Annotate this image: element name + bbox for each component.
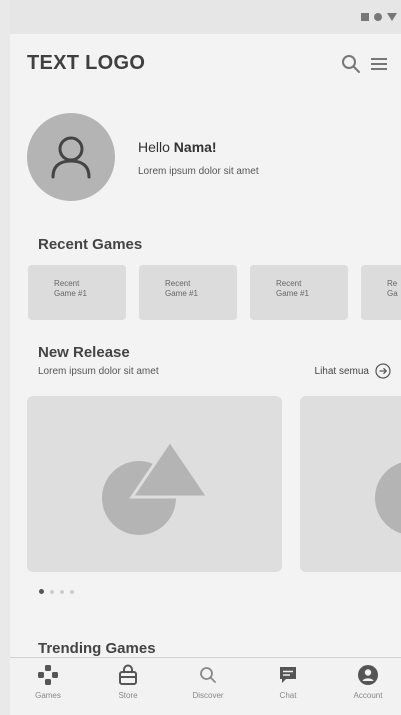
search-button[interactable]: [339, 52, 363, 76]
carousel-pagination[interactable]: [39, 589, 74, 594]
signal-icon: [374, 13, 382, 21]
greeting-prefix: Hello: [138, 139, 174, 155]
see-all-label: Lihat semua: [314, 365, 369, 377]
nav-label: Games: [35, 691, 61, 700]
arrow-right-circle-icon: [375, 363, 391, 379]
nav-item-account[interactable]: Account: [338, 664, 398, 700]
search-icon: [200, 667, 216, 683]
recent-games-list: Recent Game #1 Recent Game #1 Recent Game #…: [28, 265, 401, 320]
recent-game-number: Game #1: [276, 289, 309, 298]
nav-item-games[interactable]: Games: [18, 664, 78, 700]
menu-button[interactable]: [367, 52, 391, 76]
recent-games-title: Recent Games: [38, 236, 143, 253]
greeting-text: Hello Nama!: [138, 139, 217, 155]
recent-game-card[interactable]: Recent Game #1: [139, 265, 237, 320]
nav-label: Store: [118, 691, 138, 700]
new-release-title: New Release: [38, 344, 130, 361]
nav-label: Chat: [279, 691, 297, 700]
hamburger-menu-icon: [371, 58, 387, 70]
profile-subtitle: Lorem ipsum dolor sit amet: [138, 166, 259, 177]
search-icon: [342, 55, 360, 73]
image-placeholder-icon: [375, 462, 401, 534]
new-release-card[interactable]: [300, 396, 401, 572]
wifi-icon: [387, 13, 397, 21]
text-logo: TEXT LOGO: [27, 52, 146, 74]
nav-item-discover[interactable]: Discover: [178, 664, 238, 700]
nav-item-chat[interactable]: Chat: [258, 664, 318, 700]
recent-game-label: Recent: [276, 279, 302, 288]
nav-label: Discover: [192, 691, 224, 700]
account-icon: [358, 665, 378, 685]
recent-game-number: Ga: [387, 289, 398, 298]
recent-game-card[interactable]: Recent Game #1: [28, 265, 126, 320]
user-name: Nama!: [173, 139, 217, 155]
image-placeholder-icon: [102, 438, 211, 535]
recent-game-number: Game #1: [54, 289, 87, 298]
recent-game-label: Recent: [165, 279, 191, 288]
recent-game-number: Game #1: [165, 289, 198, 298]
battery-icon: [361, 13, 369, 21]
new-release-subtitle: Lorem ipsum dolor sit amet: [38, 366, 159, 377]
trending-games-title: Trending Games: [38, 640, 156, 657]
see-all-link[interactable]: Lihat semua: [315, 363, 391, 379]
avatar[interactable]: [27, 113, 115, 201]
app-header: TEXT LOGO: [27, 48, 391, 80]
app-screen: TEXT LOGO Hello Nama! Lorem ipsum dolor …: [10, 0, 401, 715]
user-icon: [51, 136, 91, 179]
nav-label: Account: [353, 691, 383, 700]
recent-game-label: Recent: [54, 279, 80, 288]
nav-item-store[interactable]: Store: [98, 664, 158, 700]
recent-game-label: Re: [387, 279, 398, 288]
carousel-dot[interactable]: [70, 589, 74, 594]
recent-game-card[interactable]: Re Ga: [361, 265, 401, 320]
status-bar: [10, 0, 401, 34]
status-icons: [361, 13, 397, 21]
carousel-dot[interactable]: [60, 589, 64, 594]
bottom-navigation: Games Store Discover Chat Account: [10, 657, 401, 715]
recent-game-card[interactable]: Recent Game #1: [250, 265, 348, 320]
chat-icon: [280, 667, 296, 683]
carousel-dot[interactable]: [50, 589, 54, 594]
store-icon: [119, 664, 137, 685]
new-release-card[interactable]: [27, 396, 282, 572]
carousel-dot-active[interactable]: [39, 589, 44, 594]
gamepad-icon: [38, 665, 58, 685]
